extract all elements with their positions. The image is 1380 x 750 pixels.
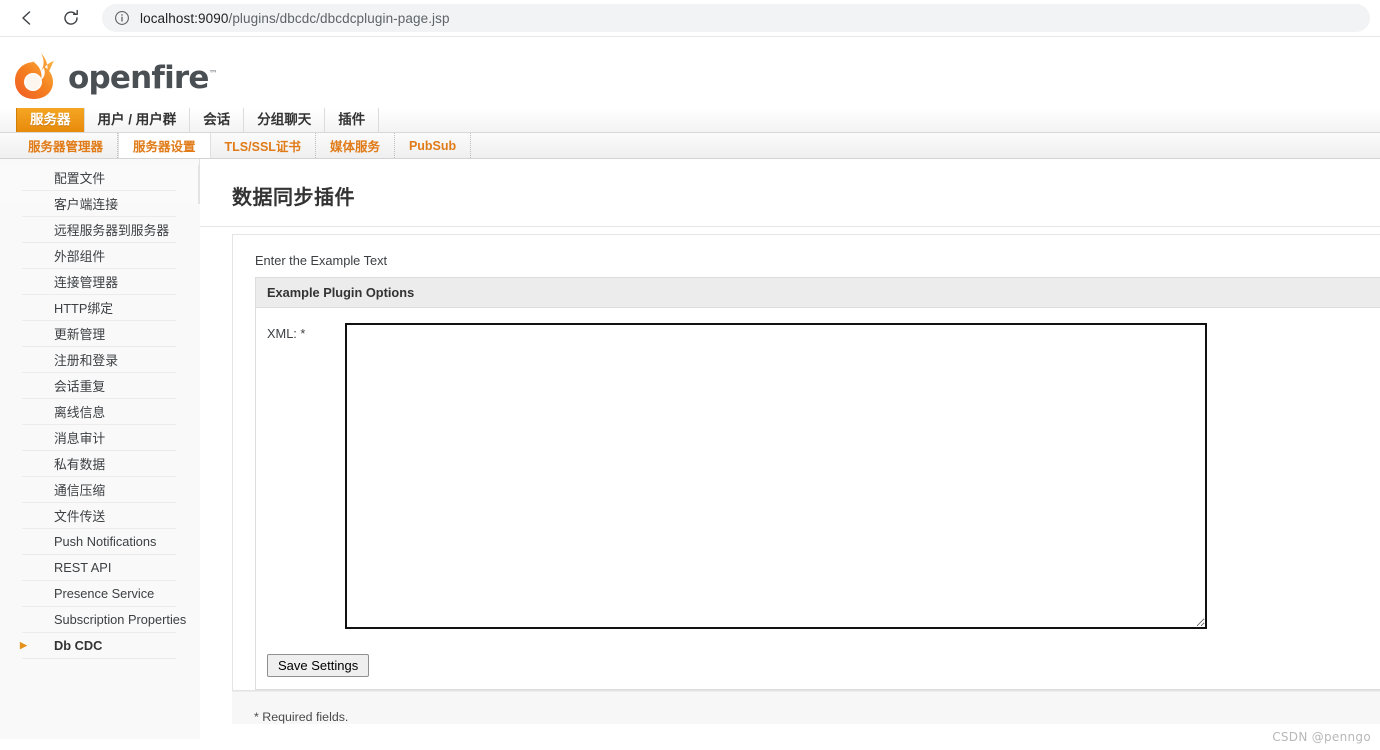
sub-navigation: 服务器管理器 服务器设置 TLS/SSL证书 媒体服务 PubSub (0, 133, 1380, 159)
sidebar-item-profile-settings[interactable]: 配置文件 (22, 165, 176, 191)
back-button[interactable] (10, 1, 44, 35)
sidebar-item-label: Push Notifications (54, 534, 157, 549)
plugin-settings-panel: Enter the Example Text Example Plugin Op… (232, 234, 1380, 691)
sidebar-item-offline-messages[interactable]: 离线信息 (22, 399, 176, 425)
tab-users-groups-label: 用户 / 用户群 (97, 112, 177, 127)
sidebar-item-file-transfer[interactable]: 文件传送 (22, 503, 176, 529)
sidebar-item-external-components[interactable]: 外部组件 (22, 243, 176, 269)
sidebar-item-label: 客户端连接 (54, 197, 118, 212)
sidebar-item-label: Db CDC (54, 638, 103, 653)
tab-sessions[interactable]: 会话 (189, 108, 245, 132)
tab-server[interactable]: 服务器 (16, 108, 85, 132)
save-settings-button[interactable]: Save Settings (267, 654, 370, 677)
sidebar-item-message-audit[interactable]: 消息审计 (22, 425, 176, 451)
brand-name: openfire (68, 60, 209, 96)
sidebar-item-push-notifications[interactable]: Push Notifications (22, 529, 176, 555)
example-plugin-options-box: Example Plugin Options XML: * Save Setti… (255, 277, 1380, 690)
chevron-right-icon: ▶ (20, 640, 27, 650)
title-divider (200, 226, 1380, 227)
sidebar-item-label: 私有数据 (54, 457, 106, 472)
sidebar-item-rest-api[interactable]: REST API (22, 555, 176, 581)
fieldbox-title: Example Plugin Options (256, 278, 1380, 308)
address-bar[interactable]: localhost:9090/plugins/dbcdc/dbcdcplugin… (102, 4, 1370, 32)
panel-intro-text: Enter the Example Text (255, 253, 388, 268)
sidebar-item-label: 会话重复 (54, 379, 106, 394)
subnav-server-settings[interactable]: 服务器设置 (118, 133, 211, 158)
tab-sessions-label: 会话 (203, 112, 231, 127)
main-content: 数据同步插件 Enter the Example Text Example Pl… (200, 159, 1380, 724)
subnav-tls-ssl-cert-label: TLS/SSL证书 (224, 140, 301, 154)
url-text: localhost:9090/plugins/dbcdc/dbcdcplugin… (140, 11, 450, 26)
subnav-server-manager[interactable]: 服务器管理器 (14, 133, 119, 158)
brand-header: openfire™ (0, 37, 1380, 109)
sidebar-item-connection-manager[interactable]: 连接管理器 (22, 269, 176, 295)
subnav-tls-ssl-cert[interactable]: TLS/SSL证书 (211, 133, 316, 158)
url-path: /plugins/dbcdc/dbcdcplugin-page.jsp (228, 10, 450, 26)
subnav-media-service[interactable]: 媒体服务 (316, 133, 395, 158)
subnav-server-settings-label: 服务器设置 (133, 140, 196, 154)
sidebar-item-label: 离线信息 (54, 405, 106, 420)
sidebar-item-label: 连接管理器 (54, 275, 118, 290)
sidebar-item-registration-login[interactable]: 注册和登录 (22, 347, 176, 373)
reload-icon (61, 8, 81, 28)
tab-server-label: 服务器 (30, 112, 71, 127)
content-footer: * Required fields. (232, 691, 1380, 724)
sidebar-item-label: Presence Service (54, 586, 155, 601)
xml-field-label: XML: * (267, 326, 306, 341)
subnav-server-manager-label: 服务器管理器 (28, 140, 104, 154)
watermark: CSDN @penngo (1272, 730, 1371, 744)
sidebar-item-label: 远程服务器到服务器 (54, 223, 170, 238)
info-circle-icon[interactable] (114, 10, 130, 26)
sidebar-item-label: 通信压缩 (54, 483, 106, 498)
openfire-wordmark: openfire™ (68, 60, 218, 96)
sidebar-item-http-binding[interactable]: HTTP绑定 (22, 295, 176, 321)
sidebar-item-presence-service[interactable]: Presence Service (22, 581, 176, 607)
page-body: 配置文件 客户端连接 远程服务器到服务器 外部组件 连接管理器 HTTP绑定 更… (0, 159, 1380, 750)
button-row: Save Settings (256, 643, 1380, 689)
sidebar-item-db-cdc[interactable]: ▶ Db CDC (20, 633, 176, 659)
sidebar-item-client-connections[interactable]: 客户端连接 (22, 191, 176, 217)
sidebar-item-label: 配置文件 (54, 171, 106, 186)
xml-input[interactable] (345, 323, 1207, 629)
tab-group-chat-label: 分组聊天 (257, 112, 312, 127)
page-title: 数据同步插件 (232, 185, 355, 209)
subnav-pubsub-label: PubSub (408, 138, 457, 153)
sidebar-item-label: Subscription Properties (54, 612, 187, 627)
tab-plugins[interactable]: 插件 (324, 108, 380, 132)
sidebar-item-label: 外部组件 (54, 249, 106, 264)
sidebar-item-label: 注册和登录 (54, 353, 118, 368)
sidebar-item-compression[interactable]: 通信压缩 (22, 477, 176, 503)
sidebar-item-server-to-server[interactable]: 远程服务器到服务器 (22, 217, 176, 243)
openfire-page: openfire™ 服务器 用户 / 用户群 会话 分组聊天 插件 服务器管理器… (0, 37, 1380, 750)
openfire-flame-logo-icon (10, 50, 60, 107)
sidebar-item-subscription-properties[interactable]: Subscription Properties (22, 607, 186, 633)
sidebar-item-label: 更新管理 (54, 327, 106, 342)
tab-users-groups[interactable]: 用户 / 用户群 (83, 108, 191, 132)
sidebar-item-private-data[interactable]: 私有数据 (22, 451, 176, 477)
subnav-media-service-label: 媒体服务 (329, 140, 380, 154)
main-navigation: 服务器 用户 / 用户群 会话 分组聊天 插件 (0, 108, 1380, 133)
tab-plugins-label: 插件 (338, 112, 366, 127)
trademark-symbol: ™ (208, 69, 218, 80)
sidebar-item-session-conflict[interactable]: 会话重复 (22, 373, 176, 399)
sidebar-item-label: 文件传送 (54, 509, 106, 524)
sidebar-item-label: 消息审计 (54, 431, 106, 446)
sidebar: 配置文件 客户端连接 远程服务器到服务器 外部组件 连接管理器 HTTP绑定 更… (0, 159, 200, 687)
sidebar-item-label: REST API (54, 560, 112, 575)
reload-button[interactable] (54, 1, 88, 35)
tab-group-chat[interactable]: 分组聊天 (243, 108, 326, 132)
browser-toolbar: localhost:9090/plugins/dbcdc/dbcdcplugin… (0, 0, 1380, 37)
subnav-pubsub[interactable]: PubSub (395, 133, 472, 158)
url-host: localhost:9090 (140, 10, 229, 26)
required-fields-note: * Required fields. (254, 710, 349, 724)
sidebar-item-update-management[interactable]: 更新管理 (22, 321, 176, 347)
sidebar-item-label: HTTP绑定 (54, 301, 114, 316)
sidebar-list: 配置文件 客户端连接 远程服务器到服务器 外部组件 连接管理器 HTTP绑定 更… (0, 165, 199, 664)
fieldbox-body: XML: * (256, 308, 1380, 643)
back-arrow-icon (17, 8, 37, 28)
